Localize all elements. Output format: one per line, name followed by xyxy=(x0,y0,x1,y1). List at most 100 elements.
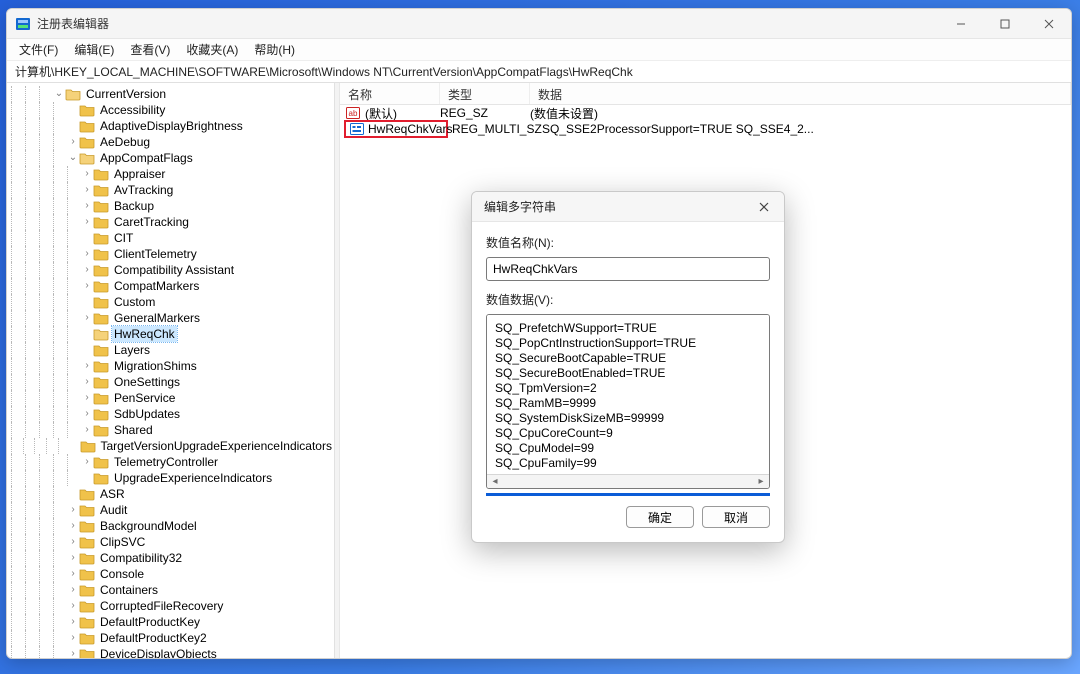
expand-icon[interactable]: › xyxy=(81,310,93,326)
tree-node[interactable]: ›AeDebug xyxy=(7,134,334,150)
col-data[interactable]: 数据 xyxy=(530,83,1071,104)
tree-node[interactable]: ›AvTracking xyxy=(7,182,334,198)
tree-node[interactable]: ›DefaultProductKey xyxy=(7,614,334,630)
expand-icon[interactable]: › xyxy=(81,374,93,390)
expand-icon[interactable]: › xyxy=(81,166,93,182)
maximize-button[interactable] xyxy=(983,9,1027,39)
menu-help[interactable]: 帮助(H) xyxy=(246,39,303,60)
tree-node[interactable]: ASR xyxy=(7,486,334,502)
menu-edit[interactable]: 编辑(E) xyxy=(66,39,122,60)
tree-label: HwReqChk xyxy=(112,326,177,342)
tree-node[interactable]: ›BackgroundModel xyxy=(7,518,334,534)
menu-view[interactable]: 查看(V) xyxy=(122,39,178,60)
col-type[interactable]: 类型 xyxy=(440,83,530,104)
tree-node[interactable]: ›Compatibility32 xyxy=(7,550,334,566)
expand-icon[interactable]: › xyxy=(81,246,93,262)
tree-node[interactable]: ›Appraiser xyxy=(7,166,334,182)
dialog-titlebar[interactable]: 编辑多字符串 xyxy=(472,192,784,222)
tree-node[interactable]: Accessibility xyxy=(7,102,334,118)
menu-favorites[interactable]: 收藏夹(A) xyxy=(178,39,246,60)
expand-icon[interactable]: › xyxy=(67,630,79,646)
expand-icon[interactable]: › xyxy=(81,182,93,198)
tree-label: ClipSVC xyxy=(98,534,147,550)
close-button[interactable] xyxy=(1027,9,1071,39)
tree-node[interactable]: ›CaretTracking xyxy=(7,214,334,230)
tree-node[interactable]: ⌄CurrentVersion xyxy=(7,86,334,102)
expand-icon[interactable]: › xyxy=(81,358,93,374)
folder-icon xyxy=(93,455,109,469)
expand-icon[interactable]: › xyxy=(67,518,79,534)
expand-icon[interactable]: › xyxy=(67,534,79,550)
tree-node[interactable]: UpgradeExperienceIndicators xyxy=(7,470,334,486)
tree-node[interactable]: ›TelemetryController xyxy=(7,454,334,470)
tree-node[interactable]: ›CompatMarkers xyxy=(7,278,334,294)
expand-icon[interactable]: › xyxy=(67,582,79,598)
expand-icon[interactable]: › xyxy=(81,390,93,406)
minimize-button[interactable] xyxy=(939,9,983,39)
tree-node[interactable]: ›MigrationShims xyxy=(7,358,334,374)
tree-node[interactable]: › ClipSVC xyxy=(7,534,334,550)
tree-node[interactable]: ›Compatibility Assistant xyxy=(7,262,334,278)
folder-icon xyxy=(93,311,109,325)
tree-node[interactable]: ›SdbUpdates xyxy=(7,406,334,422)
tree-node[interactable]: ›DeviceDisplayObjects xyxy=(7,646,334,658)
expand-icon[interactable]: › xyxy=(67,598,79,614)
value-data: (数值未设置) xyxy=(530,105,1071,122)
tree-node[interactable]: ›ClientTelemetry xyxy=(7,246,334,262)
address-bar[interactable]: 计算机\HKEY_LOCAL_MACHINE\SOFTWARE\Microsof… xyxy=(7,61,1071,83)
expand-icon[interactable]: › xyxy=(81,278,93,294)
expand-icon[interactable]: › xyxy=(81,214,93,230)
tree-node[interactable]: ›DefaultProductKey2 xyxy=(7,630,334,646)
folder-icon xyxy=(79,631,95,645)
value-data-textarea[interactable] xyxy=(487,315,769,471)
tree-node[interactable]: ›Backup xyxy=(7,198,334,214)
expand-icon[interactable]: ⌄ xyxy=(67,150,79,166)
tree-label: AdaptiveDisplayBrightness xyxy=(98,118,245,134)
tree-node[interactable]: Custom xyxy=(7,294,334,310)
tree-node[interactable]: › CorruptedFileRecovery xyxy=(7,598,334,614)
expand-icon[interactable]: ⌄ xyxy=(53,86,65,102)
scroll-left-icon[interactable]: ◂ xyxy=(487,476,503,487)
tree-node[interactable]: ›OneSettings xyxy=(7,374,334,390)
tree-node[interactable]: ›Console xyxy=(7,566,334,582)
folder-icon xyxy=(93,199,109,213)
tree-view[interactable]: ⌄CurrentVersionAccessibilityAdaptiveDisp… xyxy=(7,83,335,658)
cancel-button[interactable]: 取消 xyxy=(702,506,770,528)
expand-icon[interactable]: › xyxy=(67,550,79,566)
expand-icon[interactable]: › xyxy=(67,646,79,658)
ok-button[interactable]: 确定 xyxy=(626,506,694,528)
dialog-close-button[interactable] xyxy=(744,192,784,222)
scroll-right-icon[interactable]: ▸ xyxy=(753,476,769,487)
tree-label: CorruptedFileRecovery xyxy=(98,598,225,614)
tree-node[interactable]: ⌄AppCompatFlags xyxy=(7,150,334,166)
expand-icon[interactable]: › xyxy=(81,262,93,278)
tree-node[interactable]: ›PenService xyxy=(7,390,334,406)
tree-node[interactable]: AdaptiveDisplayBrightness xyxy=(7,118,334,134)
expand-icon[interactable]: › xyxy=(67,566,79,582)
expand-icon[interactable]: › xyxy=(81,406,93,422)
expand-icon[interactable]: › xyxy=(81,422,93,438)
tree-node[interactable]: Layers xyxy=(7,342,334,358)
expand-icon[interactable]: › xyxy=(67,502,79,518)
folder-icon xyxy=(79,503,95,517)
expand-icon[interactable]: › xyxy=(81,198,93,214)
tree-node[interactable]: ›Shared xyxy=(7,422,334,438)
value-row-hwreqchkvars[interactable]: HwReqChkVars REG_MULTI_SZ SQ_SSE2Process… xyxy=(340,121,1071,137)
tree-node[interactable]: ›GeneralMarkers xyxy=(7,310,334,326)
folder-icon xyxy=(93,359,109,373)
tree-node[interactable]: ›Containers xyxy=(7,582,334,598)
col-name[interactable]: 名称 xyxy=(340,83,440,104)
expand-icon[interactable]: › xyxy=(67,134,79,150)
tree-node[interactable]: TargetVersionUpgradeExperienceIndicators xyxy=(7,438,334,454)
tree-node[interactable]: ›Audit xyxy=(7,502,334,518)
value-row-default[interactable]: ab (默认) REG_SZ (数值未设置) xyxy=(340,105,1071,121)
folder-icon xyxy=(79,599,95,613)
value-name-input[interactable] xyxy=(486,257,770,281)
tree-node[interactable]: HwReqChk xyxy=(7,326,334,342)
titlebar[interactable]: 注册表编辑器 xyxy=(7,9,1071,39)
tree-node[interactable]: CIT xyxy=(7,230,334,246)
textarea-hscrollbar[interactable]: ◂ ▸ xyxy=(487,474,769,488)
menu-file[interactable]: 文件(F) xyxy=(11,39,66,60)
expand-icon[interactable]: › xyxy=(81,454,93,470)
expand-icon[interactable]: › xyxy=(67,614,79,630)
